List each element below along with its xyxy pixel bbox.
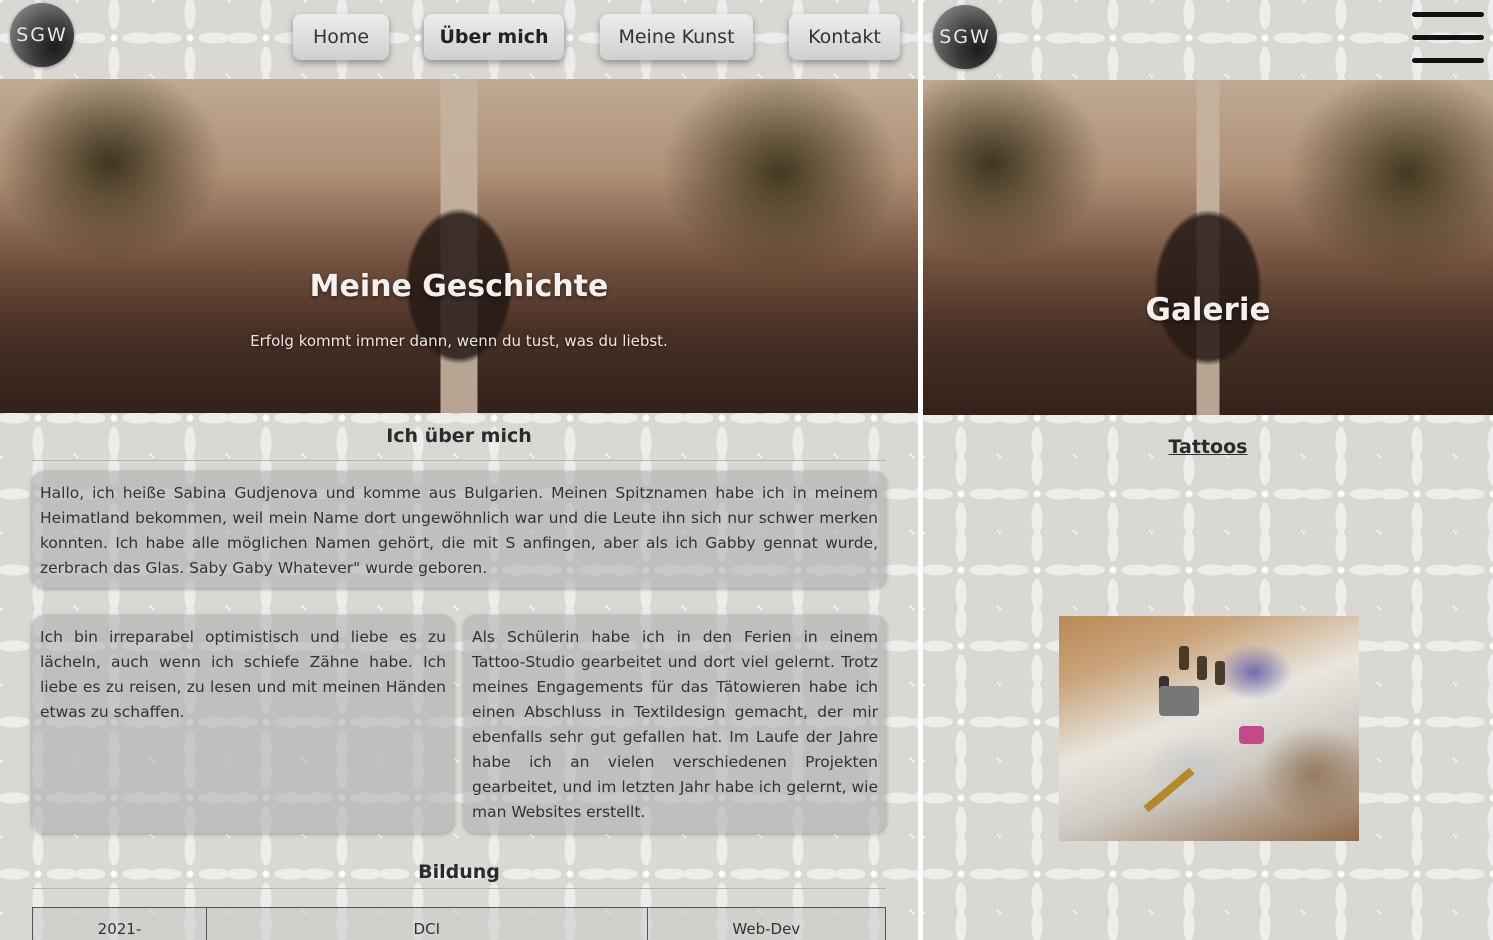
hero-subtitle: Erfolg kommt immer dann, wenn du tust, w… (250, 332, 668, 350)
about-heading: Ich über mich (386, 425, 532, 447)
education-table: 2021- DCI Web-Dev (32, 907, 887, 940)
top-navbar: SGW Home Über mich Meine Kunst Kontakt (0, 0, 918, 79)
nav-art-button[interactable]: Meine Kunst (600, 14, 753, 60)
hero-title: Galerie (1145, 292, 1271, 328)
edu-school: DCI (205, 907, 648, 940)
desktop-view: SGW Home Über mich Meine Kunst Kontakt M… (0, 0, 918, 940)
nav-about-button[interactable]: Über mich (424, 14, 564, 60)
about-left-card: Ich bin irreparabel optimistisch und lie… (32, 615, 454, 833)
logo[interactable]: SGW (10, 3, 74, 67)
gallery-heading[interactable]: Tattoos (923, 436, 1493, 458)
mobile-view: SGW Galerie Tattoos (923, 0, 1493, 940)
nav-home-button[interactable]: Home (293, 14, 389, 60)
hamburger-menu-icon[interactable] (1412, 12, 1484, 64)
nav-contact-button[interactable]: Kontakt (789, 14, 900, 60)
top-navbar: SGW (923, 0, 1493, 80)
about-right-card: Als Schülerin habe ich in den Ferien in … (464, 615, 886, 833)
edu-subject: Web-Dev (646, 907, 887, 940)
hero-title: Meine Geschichte (309, 269, 609, 304)
divider (32, 460, 886, 461)
hero-banner: Galerie (923, 80, 1493, 415)
education-heading: Bildung (418, 861, 500, 883)
about-intro-card: Hallo, ich heiße Sabina Gudjenova und ko… (32, 471, 886, 588)
hero-banner: Meine Geschichte Erfolg kommt immer dann… (0, 79, 918, 413)
logo[interactable]: SGW (933, 5, 997, 69)
table-row: 2021- DCI Web-Dev (32, 907, 887, 940)
edu-year: 2021- (32, 907, 207, 940)
tattoo-photo[interactable] (1059, 616, 1359, 841)
divider (32, 888, 886, 889)
